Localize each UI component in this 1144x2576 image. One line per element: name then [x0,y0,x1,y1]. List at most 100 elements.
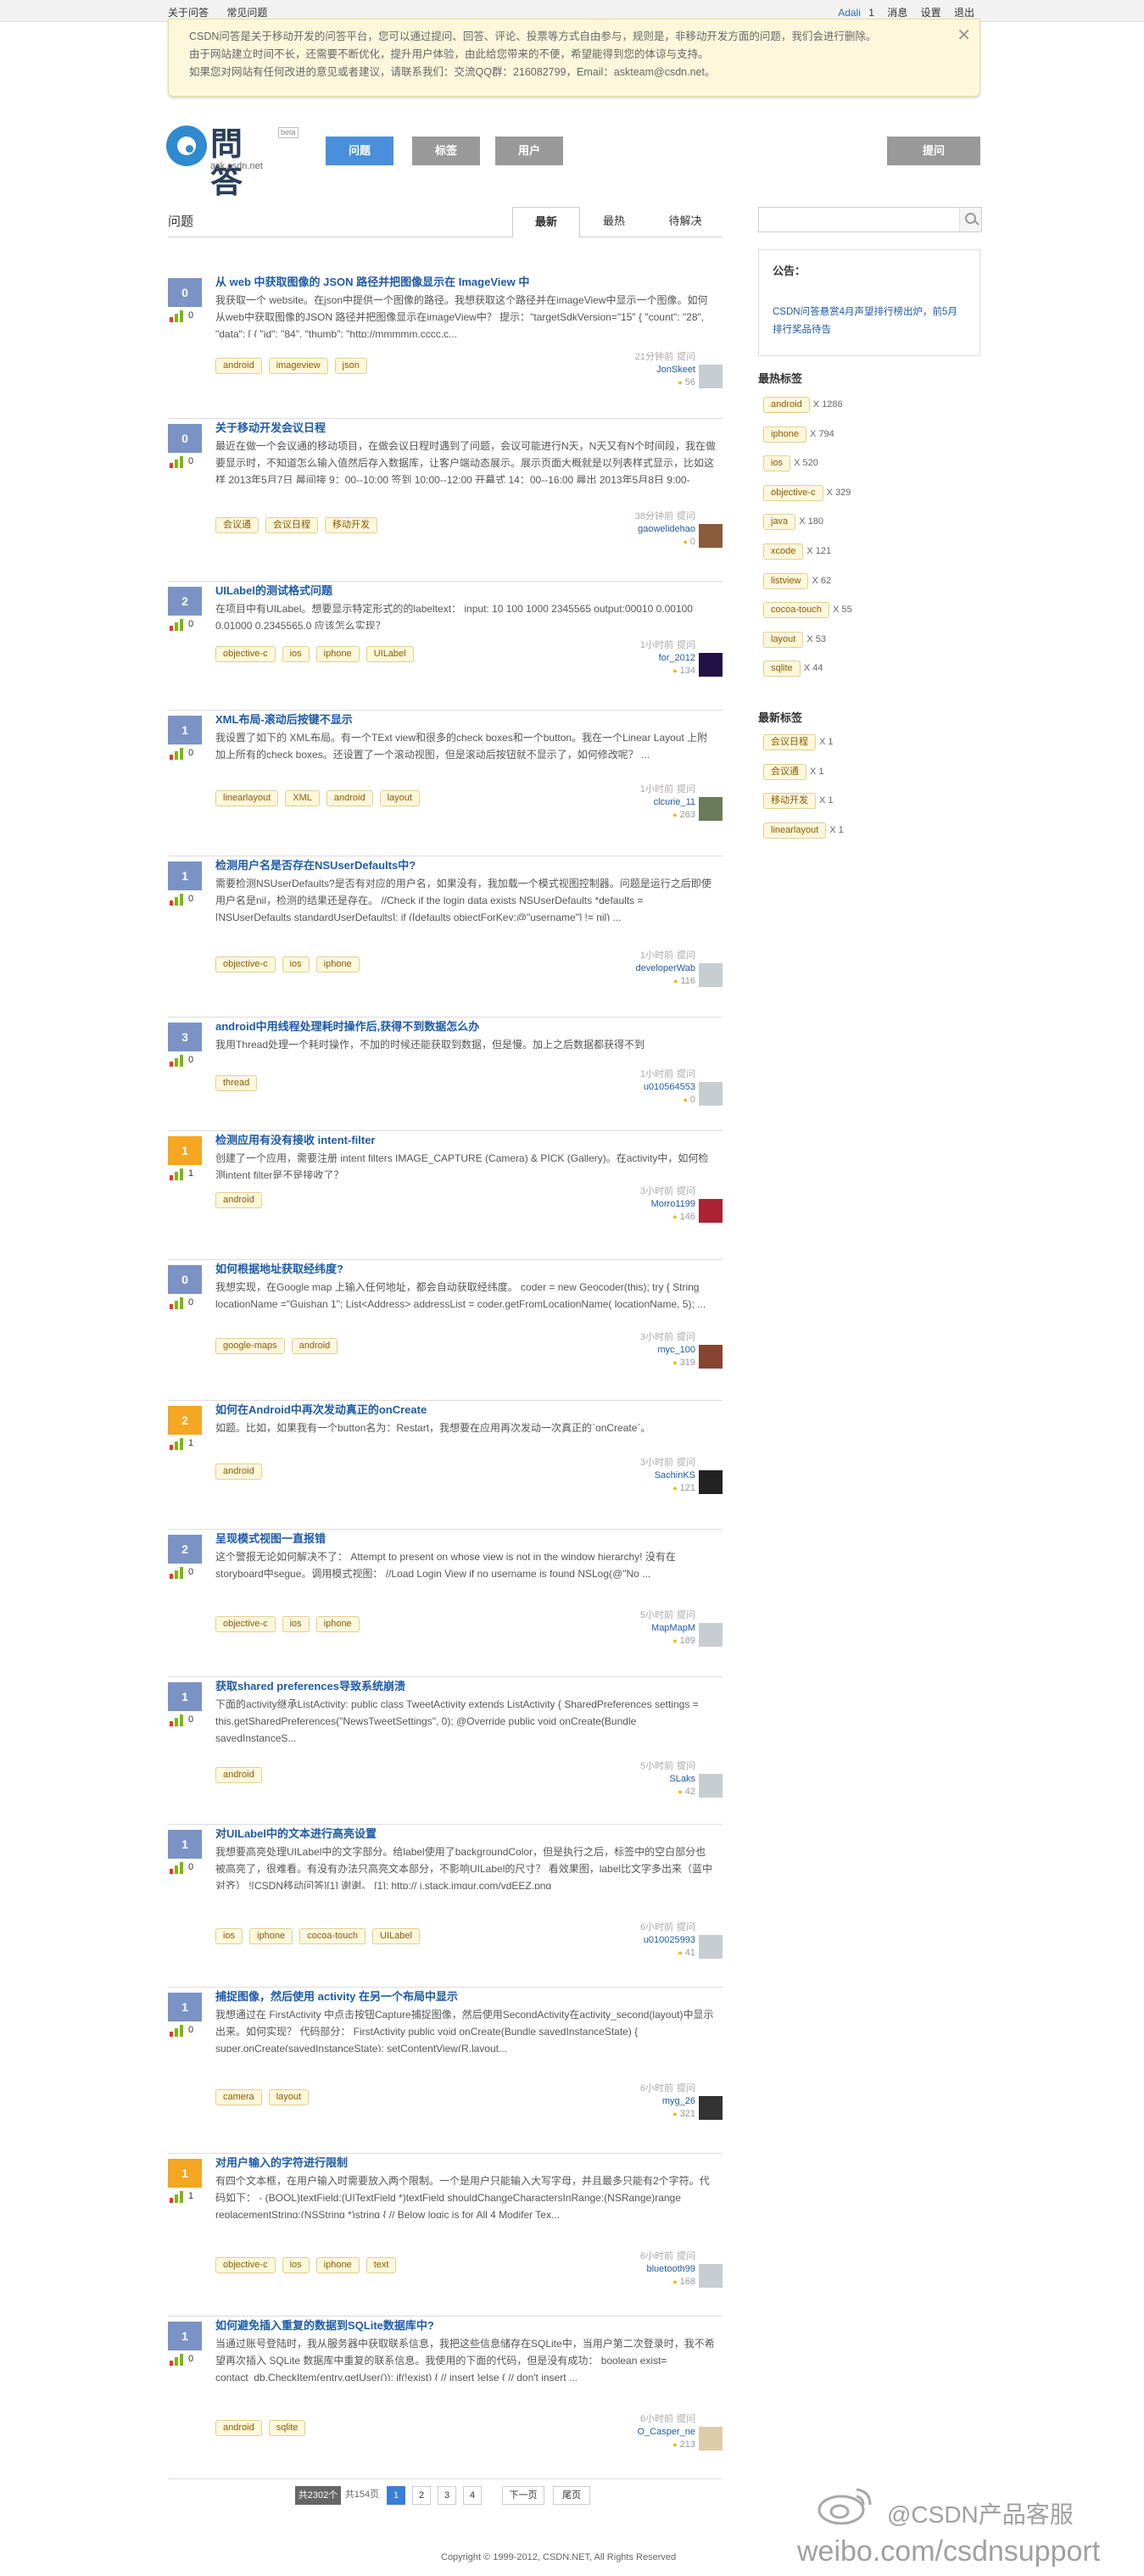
question-tag[interactable]: text [366,2257,397,2273]
question-title[interactable]: 如何避免插入重复的数据到SQLite数据库中? [215,2317,434,2333]
page-2-button[interactable]: 2 [412,2486,431,2505]
question-tag[interactable]: objective-c [215,956,276,973]
author-link[interactable]: myc_100 [637,1344,695,1357]
question-tag[interactable]: ios [282,646,310,662]
avatar[interactable] [699,1199,723,1223]
question-title[interactable]: UILabel的测试格式问题 [215,582,332,598]
tab-hottest[interactable]: 最热 [580,207,648,238]
nav-questions[interactable]: 问题 [326,137,393,165]
question-tag[interactable]: XML [285,790,320,806]
author-link[interactable]: SachinKS [637,1469,695,1482]
question-title[interactable]: android中用线程处理耗时操作后,获得不到数据怎么办 [215,1018,479,1034]
question-tag[interactable]: iphone [315,956,360,973]
sidebar-tag[interactable]: java [763,514,796,531]
nav-tags[interactable]: 标签 [412,137,480,165]
question-tag[interactable]: imageview [268,358,328,374]
author-link[interactable]: u010564553 [637,1081,695,1094]
question-tag[interactable]: 会议日程 [265,517,318,533]
close-icon[interactable]: ✕ [957,25,971,46]
author-link[interactable]: for_2012 [637,652,695,665]
author-link[interactable]: bluetooth99 [637,2263,696,2276]
question-tag[interactable]: sqlite [268,2420,306,2436]
avatar[interactable] [699,2264,723,2288]
announcement-link[interactable]: CSDN问答悬赏4月声望排行榜出炉，前5月排行奖品待告 [773,304,966,339]
question-tag[interactable]: android [291,1338,338,1354]
question-tag[interactable]: UILabel [366,646,414,662]
question-title[interactable]: 如何根据地址获取经纬度? [215,1260,343,1276]
question-tag[interactable]: cocoa-touch [299,1928,366,1944]
avatar[interactable] [699,2427,723,2451]
avatar[interactable] [699,1774,723,1798]
sidebar-tag[interactable]: ios [763,455,791,472]
question-tag[interactable]: 会议通 [215,517,259,533]
question-title[interactable]: XML布局-滚动后按键不显示 [215,711,353,727]
logout-link[interactable]: 退出 [954,7,974,19]
sidebar-tag[interactable]: 会议日程 [763,734,816,750]
author-link[interactable]: Morro1199 [637,1198,695,1211]
question-tag[interactable]: objective-c [215,646,276,662]
question-tag[interactable]: android [215,2420,262,2436]
question-tag[interactable]: android [326,790,373,806]
question-title[interactable]: 如何在Android中再次发动真正的onCreate [215,1401,427,1417]
sidebar-tag[interactable]: xcode [763,544,804,560]
sidebar-tag[interactable]: cocoa-touch [763,602,829,619]
question-title[interactable]: 捕捉图像，然后使用 activity 在另一个布局中显示 [215,1988,458,2004]
author-link[interactable]: clcurie_11 [637,796,695,809]
question-tag[interactable]: thread [215,1075,258,1091]
question-tag[interactable]: iphone [315,1616,360,1632]
question-tag[interactable]: android [215,1192,262,1208]
messages-link[interactable]: 消息 [887,7,907,19]
question-tag[interactable]: camera [215,2089,262,2105]
avatar[interactable] [699,1623,723,1647]
sidebar-tag[interactable]: iphone [763,426,807,443]
ask-button[interactable]: 提问 [887,137,980,165]
question-tag[interactable]: layout [379,790,420,806]
question-title[interactable]: 检测应用有没有接收 intent-filter [215,1131,376,1147]
question-title[interactable]: 获取shared preferences导致系统崩溃 [215,1677,405,1693]
avatar[interactable] [699,797,723,821]
sidebar-tag[interactable]: sqlite [763,661,801,677]
faq-link[interactable]: 常见问题 [226,7,267,19]
question-tag[interactable]: iphone [249,1928,293,1944]
question-tag[interactable]: json [334,358,367,374]
author-link[interactable]: gaowelidehao [632,523,695,536]
question-title[interactable]: 关于移动开发会议日程 [215,419,326,435]
question-tag[interactable]: objective-c [215,1616,276,1632]
question-tag[interactable]: ios [215,1928,243,1944]
sidebar-tag[interactable]: android [763,397,810,413]
question-tag[interactable]: layout [268,2089,310,2105]
settings-link[interactable]: 设置 [921,7,941,19]
question-title[interactable]: 呈现模式视图一直报错 [215,1530,326,1546]
username-link[interactable]: Adali [838,7,861,19]
author-link[interactable]: O_Casper_ne [637,2426,696,2439]
sidebar-tag[interactable]: linearlayout [763,822,827,839]
author-link[interactable]: myg_26 [637,2095,695,2108]
question-tag[interactable]: android [215,358,262,374]
author-link[interactable]: SLaks [637,1773,695,1786]
avatar[interactable] [699,653,723,677]
page-3-button[interactable]: 3 [438,2486,456,2505]
question-title[interactable]: 对用户输入的字符进行限制 [215,2154,348,2170]
question-tag[interactable]: google-maps [215,1338,285,1354]
sidebar-tag[interactable]: 会议通 [763,763,806,780]
question-title[interactable]: 对UILabel中的文本进行高亮设置 [215,1825,377,1841]
question-tag[interactable]: iphone [315,646,360,662]
last-page-button[interactable]: 尾页 [553,2486,590,2505]
question-tag[interactable]: ios [282,2257,310,2273]
avatar[interactable] [699,963,723,987]
question-tag[interactable]: ios [282,956,310,973]
sidebar-tag[interactable]: listview [763,572,809,589]
tab-latest[interactable]: 最新 [512,207,580,238]
question-tag[interactable]: android [215,1464,262,1480]
page-4-button[interactable]: 4 [463,2486,482,2505]
question-tag[interactable]: linearlayout [215,790,279,806]
search-input[interactable] [762,211,954,228]
next-page-button[interactable]: 下一页 [502,2486,544,2505]
avatar[interactable] [699,2096,723,2120]
question-tag[interactable]: iphone [315,2257,360,2273]
author-link[interactable]: JonSkeet [632,364,695,376]
question-tag[interactable]: ios [282,1616,310,1632]
page-1-button[interactable]: 1 [387,2486,405,2505]
sidebar-tag[interactable]: 移动开发 [763,793,816,810]
avatar[interactable] [699,524,723,548]
